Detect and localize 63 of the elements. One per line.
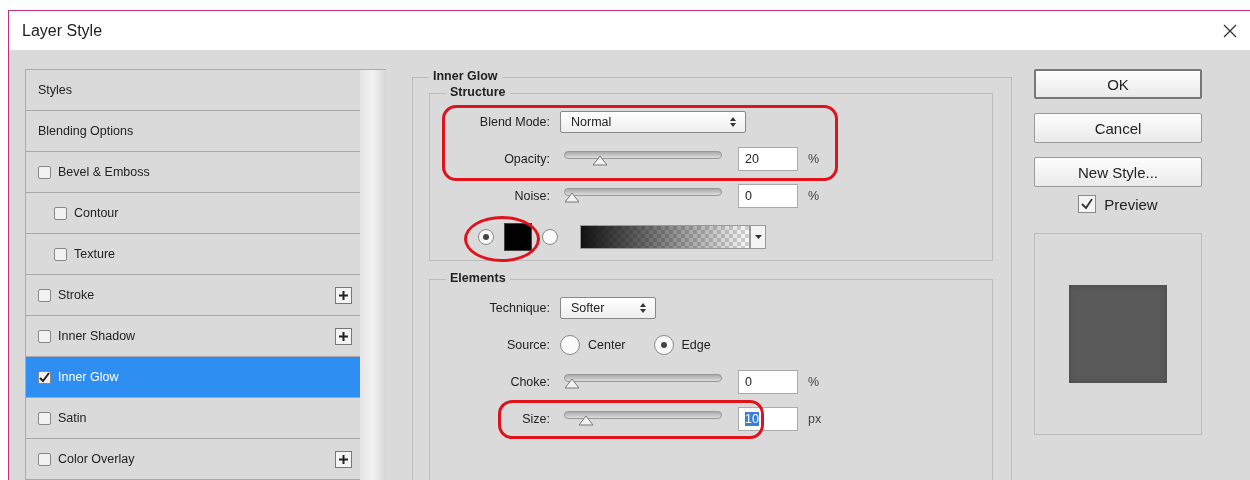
group-title: Elements xyxy=(446,271,510,285)
checkbox[interactable] xyxy=(54,206,67,220)
slider[interactable] xyxy=(564,150,722,167)
radio-label: Edge xyxy=(681,337,711,352)
slider-thumb[interactable] xyxy=(564,377,580,389)
checkbox[interactable] xyxy=(54,247,67,261)
group-title: Inner Glow xyxy=(429,69,502,83)
style-list-item[interactable]: Bevel & Emboss xyxy=(26,152,360,193)
style-list-item[interactable]: Texture xyxy=(26,234,360,275)
unit-label: % xyxy=(808,188,820,203)
slider-thumb[interactable] xyxy=(592,154,609,166)
plus-icon[interactable] xyxy=(335,286,352,304)
checkbox[interactable] xyxy=(1078,195,1097,213)
style-list-item[interactable]: Color Overlay xyxy=(26,439,360,480)
number-field[interactable]: 20 xyxy=(738,146,798,171)
radio-label: Center xyxy=(588,337,626,352)
slider[interactable] xyxy=(564,410,722,427)
up-down-icon xyxy=(729,115,737,128)
slider[interactable] xyxy=(564,187,722,204)
field-label: Noise: xyxy=(513,188,551,203)
scrollbar[interactable] xyxy=(360,69,386,480)
plus-icon[interactable] xyxy=(335,327,352,345)
field-label: Size: xyxy=(521,411,551,426)
style-list-item[interactable]: Satin xyxy=(26,398,360,439)
radio-button[interactable] xyxy=(653,334,674,355)
dialog-button[interactable]: Cancel xyxy=(1034,113,1202,143)
plus-icon[interactable] xyxy=(335,450,352,468)
field-label: Blend Mode: xyxy=(478,114,551,129)
checkbox[interactable] xyxy=(38,329,51,343)
slider-thumb[interactable] xyxy=(578,414,595,426)
checkbox[interactable] xyxy=(38,288,51,302)
number-field[interactable]: 10 xyxy=(738,406,798,431)
checkbox-label: Preview xyxy=(1104,195,1158,213)
checkbox[interactable] xyxy=(38,452,51,466)
style-list-item[interactable]: Contour xyxy=(26,193,360,234)
dialog-button[interactable]: New Style... xyxy=(1034,157,1202,187)
slider-thumb[interactable] xyxy=(564,191,580,203)
group-title: Structure xyxy=(446,85,510,99)
field-label: Source: xyxy=(505,337,551,352)
window-title: Layer Style xyxy=(22,21,103,40)
up-down-icon xyxy=(639,301,647,314)
unit-label: px xyxy=(808,411,822,426)
field-label: Technique: xyxy=(488,300,551,315)
checkbox[interactable] xyxy=(38,411,51,425)
blend-mode-dropdown[interactable]: Normal xyxy=(560,110,746,133)
checkbox[interactable] xyxy=(38,165,51,179)
field-label: Opacity: xyxy=(503,151,551,166)
technique-dropdown[interactable]: Softer xyxy=(560,296,656,319)
style-list-item[interactable]: Stroke xyxy=(26,275,360,316)
radio-button[interactable] xyxy=(542,229,558,245)
unit-label: % xyxy=(808,374,820,389)
number-field[interactable]: 0 xyxy=(738,369,798,394)
close-icon[interactable] xyxy=(1222,22,1238,39)
field-label: Choke: xyxy=(509,374,551,389)
slider[interactable] xyxy=(564,373,722,390)
gradient-swatch[interactable] xyxy=(580,225,750,249)
number-field[interactable]: 0 xyxy=(738,183,798,208)
checkbox[interactable] xyxy=(38,370,51,384)
unit-label: % xyxy=(808,151,820,166)
color-swatch[interactable] xyxy=(504,223,532,251)
dialog-button[interactable]: OK xyxy=(1034,69,1202,99)
radio-button[interactable] xyxy=(478,229,494,245)
radio-button[interactable] xyxy=(560,334,580,355)
